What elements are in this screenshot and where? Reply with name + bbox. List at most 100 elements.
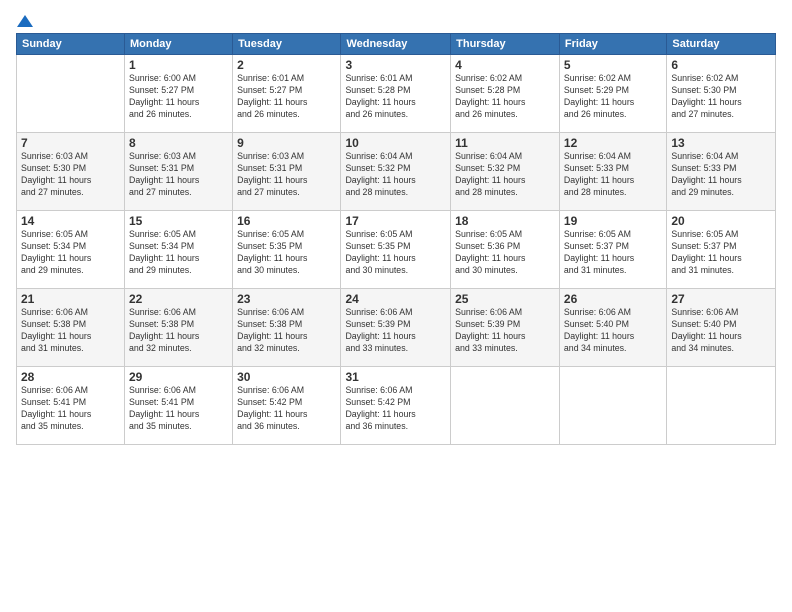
calendar-cell: 20Sunrise: 6:05 AM Sunset: 5:37 PM Dayli… [667, 211, 776, 289]
day-info: Sunrise: 6:00 AM Sunset: 5:27 PM Dayligh… [129, 73, 228, 121]
calendar-cell: 9Sunrise: 6:03 AM Sunset: 5:31 PM Daylig… [233, 133, 341, 211]
day-number: 21 [21, 292, 120, 306]
day-number: 18 [455, 214, 555, 228]
day-info: Sunrise: 6:05 AM Sunset: 5:37 PM Dayligh… [671, 229, 771, 277]
calendar-cell: 3Sunrise: 6:01 AM Sunset: 5:28 PM Daylig… [341, 55, 451, 133]
calendar-cell: 31Sunrise: 6:06 AM Sunset: 5:42 PM Dayli… [341, 367, 451, 445]
day-info: Sunrise: 6:06 AM Sunset: 5:38 PM Dayligh… [129, 307, 228, 355]
day-info: Sunrise: 6:06 AM Sunset: 5:41 PM Dayligh… [21, 385, 120, 433]
calendar-cell [451, 367, 560, 445]
day-info: Sunrise: 6:06 AM Sunset: 5:39 PM Dayligh… [455, 307, 555, 355]
calendar-cell: 30Sunrise: 6:06 AM Sunset: 5:42 PM Dayli… [233, 367, 341, 445]
day-info: Sunrise: 6:04 AM Sunset: 5:33 PM Dayligh… [671, 151, 771, 199]
calendar-week-row: 14Sunrise: 6:05 AM Sunset: 5:34 PM Dayli… [17, 211, 776, 289]
calendar-cell: 27Sunrise: 6:06 AM Sunset: 5:40 PM Dayli… [667, 289, 776, 367]
calendar-cell: 5Sunrise: 6:02 AM Sunset: 5:29 PM Daylig… [559, 55, 666, 133]
calendar-cell: 28Sunrise: 6:06 AM Sunset: 5:41 PM Dayli… [17, 367, 125, 445]
calendar-cell: 18Sunrise: 6:05 AM Sunset: 5:36 PM Dayli… [451, 211, 560, 289]
day-info: Sunrise: 6:04 AM Sunset: 5:32 PM Dayligh… [455, 151, 555, 199]
day-header-tuesday: Tuesday [233, 34, 341, 55]
day-header-monday: Monday [124, 34, 232, 55]
day-number: 8 [129, 136, 228, 150]
day-info: Sunrise: 6:06 AM Sunset: 5:38 PM Dayligh… [21, 307, 120, 355]
day-header-wednesday: Wednesday [341, 34, 451, 55]
day-number: 16 [237, 214, 336, 228]
day-number: 29 [129, 370, 228, 384]
day-number: 4 [455, 58, 555, 72]
day-number: 31 [345, 370, 446, 384]
calendar-cell [667, 367, 776, 445]
day-number: 30 [237, 370, 336, 384]
day-number: 12 [564, 136, 662, 150]
day-number: 15 [129, 214, 228, 228]
day-info: Sunrise: 6:06 AM Sunset: 5:41 PM Dayligh… [129, 385, 228, 433]
day-info: Sunrise: 6:01 AM Sunset: 5:27 PM Dayligh… [237, 73, 336, 121]
day-info: Sunrise: 6:02 AM Sunset: 5:28 PM Dayligh… [455, 73, 555, 121]
calendar-cell: 6Sunrise: 6:02 AM Sunset: 5:30 PM Daylig… [667, 55, 776, 133]
calendar-cell: 12Sunrise: 6:04 AM Sunset: 5:33 PM Dayli… [559, 133, 666, 211]
day-info: Sunrise: 6:05 AM Sunset: 5:34 PM Dayligh… [129, 229, 228, 277]
calendar-cell [17, 55, 125, 133]
calendar-cell: 17Sunrise: 6:05 AM Sunset: 5:35 PM Dayli… [341, 211, 451, 289]
calendar-cell: 14Sunrise: 6:05 AM Sunset: 5:34 PM Dayli… [17, 211, 125, 289]
day-info: Sunrise: 6:06 AM Sunset: 5:40 PM Dayligh… [564, 307, 662, 355]
day-number: 28 [21, 370, 120, 384]
calendar-cell: 8Sunrise: 6:03 AM Sunset: 5:31 PM Daylig… [124, 133, 232, 211]
day-info: Sunrise: 6:06 AM Sunset: 5:38 PM Dayligh… [237, 307, 336, 355]
day-number: 25 [455, 292, 555, 306]
day-info: Sunrise: 6:04 AM Sunset: 5:32 PM Dayligh… [345, 151, 446, 199]
calendar-cell: 15Sunrise: 6:05 AM Sunset: 5:34 PM Dayli… [124, 211, 232, 289]
day-info: Sunrise: 6:03 AM Sunset: 5:30 PM Dayligh… [21, 151, 120, 199]
day-number: 10 [345, 136, 446, 150]
day-number: 7 [21, 136, 120, 150]
calendar-cell: 2Sunrise: 6:01 AM Sunset: 5:27 PM Daylig… [233, 55, 341, 133]
day-info: Sunrise: 6:01 AM Sunset: 5:28 PM Dayligh… [345, 73, 446, 121]
calendar-cell: 23Sunrise: 6:06 AM Sunset: 5:38 PM Dayli… [233, 289, 341, 367]
calendar-cell: 21Sunrise: 6:06 AM Sunset: 5:38 PM Dayli… [17, 289, 125, 367]
calendar-cell: 4Sunrise: 6:02 AM Sunset: 5:28 PM Daylig… [451, 55, 560, 133]
calendar-week-row: 21Sunrise: 6:06 AM Sunset: 5:38 PM Dayli… [17, 289, 776, 367]
day-number: 20 [671, 214, 771, 228]
day-info: Sunrise: 6:06 AM Sunset: 5:40 PM Dayligh… [671, 307, 771, 355]
calendar-table: SundayMondayTuesdayWednesdayThursdayFrid… [16, 33, 776, 445]
day-number: 5 [564, 58, 662, 72]
day-number: 17 [345, 214, 446, 228]
calendar-header-row: SundayMondayTuesdayWednesdayThursdayFrid… [17, 34, 776, 55]
header [16, 12, 776, 25]
day-number: 3 [345, 58, 446, 72]
day-info: Sunrise: 6:04 AM Sunset: 5:33 PM Dayligh… [564, 151, 662, 199]
calendar-cell: 1Sunrise: 6:00 AM Sunset: 5:27 PM Daylig… [124, 55, 232, 133]
day-number: 1 [129, 58, 228, 72]
day-header-saturday: Saturday [667, 34, 776, 55]
page: SundayMondayTuesdayWednesdayThursdayFrid… [0, 0, 792, 453]
day-number: 23 [237, 292, 336, 306]
day-info: Sunrise: 6:05 AM Sunset: 5:34 PM Dayligh… [21, 229, 120, 277]
day-number: 24 [345, 292, 446, 306]
day-info: Sunrise: 6:02 AM Sunset: 5:29 PM Dayligh… [564, 73, 662, 121]
day-number: 22 [129, 292, 228, 306]
calendar-cell: 19Sunrise: 6:05 AM Sunset: 5:37 PM Dayli… [559, 211, 666, 289]
logo [16, 12, 33, 25]
calendar-week-row: 28Sunrise: 6:06 AM Sunset: 5:41 PM Dayli… [17, 367, 776, 445]
calendar-cell: 16Sunrise: 6:05 AM Sunset: 5:35 PM Dayli… [233, 211, 341, 289]
day-number: 9 [237, 136, 336, 150]
day-number: 27 [671, 292, 771, 306]
day-info: Sunrise: 6:02 AM Sunset: 5:30 PM Dayligh… [671, 73, 771, 121]
day-info: Sunrise: 6:03 AM Sunset: 5:31 PM Dayligh… [237, 151, 336, 199]
logo-icon [17, 13, 33, 29]
day-info: Sunrise: 6:05 AM Sunset: 5:35 PM Dayligh… [345, 229, 446, 277]
day-info: Sunrise: 6:05 AM Sunset: 5:37 PM Dayligh… [564, 229, 662, 277]
day-number: 13 [671, 136, 771, 150]
day-info: Sunrise: 6:03 AM Sunset: 5:31 PM Dayligh… [129, 151, 228, 199]
day-info: Sunrise: 6:06 AM Sunset: 5:42 PM Dayligh… [237, 385, 336, 433]
calendar-week-row: 7Sunrise: 6:03 AM Sunset: 5:30 PM Daylig… [17, 133, 776, 211]
calendar-cell: 13Sunrise: 6:04 AM Sunset: 5:33 PM Dayli… [667, 133, 776, 211]
day-info: Sunrise: 6:06 AM Sunset: 5:39 PM Dayligh… [345, 307, 446, 355]
calendar-cell [559, 367, 666, 445]
calendar-cell: 25Sunrise: 6:06 AM Sunset: 5:39 PM Dayli… [451, 289, 560, 367]
calendar-cell: 24Sunrise: 6:06 AM Sunset: 5:39 PM Dayli… [341, 289, 451, 367]
calendar-cell: 29Sunrise: 6:06 AM Sunset: 5:41 PM Dayli… [124, 367, 232, 445]
day-info: Sunrise: 6:05 AM Sunset: 5:35 PM Dayligh… [237, 229, 336, 277]
day-number: 2 [237, 58, 336, 72]
calendar-cell: 22Sunrise: 6:06 AM Sunset: 5:38 PM Dayli… [124, 289, 232, 367]
